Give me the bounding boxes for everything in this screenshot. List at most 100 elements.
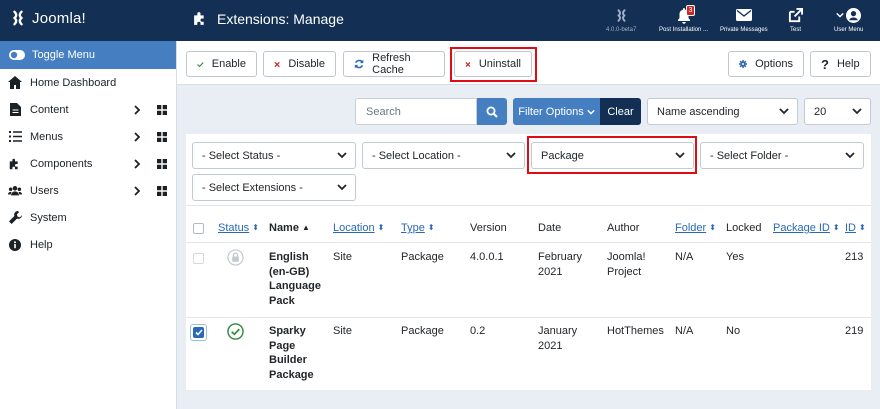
column-header-label: Name bbox=[269, 222, 299, 234]
name-line: Package bbox=[269, 368, 314, 381]
view-site-link[interactable]: Test bbox=[788, 6, 803, 33]
notification-count-badge: 3 bbox=[685, 5, 696, 16]
location-cell: Site bbox=[333, 251, 352, 263]
sidebar-item-help[interactable]: Help bbox=[0, 231, 176, 258]
sidebar: Toggle Menu Home Dashboard Content Menus… bbox=[0, 41, 177, 409]
post-installation-messages[interactable]: 3 Post Installation ... bbox=[659, 5, 708, 33]
sidebar-item-label: Home Dashboard bbox=[30, 76, 117, 89]
filter-divider bbox=[186, 205, 871, 206]
row-divider bbox=[186, 242, 871, 243]
chevron-down-icon bbox=[337, 152, 347, 159]
check-icon bbox=[195, 329, 203, 336]
sidebar-item-content[interactable]: Content bbox=[0, 96, 176, 123]
column-header-package-id[interactable]: Package ID ⬍ bbox=[773, 222, 840, 234]
column-header-folder[interactable]: Folder ⬍ bbox=[675, 222, 716, 234]
info-icon bbox=[8, 238, 22, 251]
select-all-checkbox[interactable] bbox=[193, 223, 204, 234]
extensions-filter-select[interactable]: - Select Extensions - bbox=[192, 174, 356, 201]
column-header-status[interactable]: Status ⬍ bbox=[218, 222, 259, 234]
row-checkbox[interactable] bbox=[193, 253, 204, 264]
search-input[interactable]: Search bbox=[355, 98, 477, 125]
help-button[interactable]: ? Help bbox=[810, 51, 871, 77]
folder-filter-select[interactable]: - Select Folder - bbox=[700, 142, 864, 169]
chevron-right-icon[interactable] bbox=[134, 105, 140, 115]
location-filter-select[interactable]: - Select Location - bbox=[362, 142, 525, 169]
status-filter-select[interactable]: - Select Status - bbox=[192, 142, 356, 169]
extension-name: English (en-GB) Language Pack bbox=[269, 250, 321, 308]
sidebar-item-users[interactable]: Users bbox=[0, 177, 176, 204]
extensions-filter-value: - Select Extensions - bbox=[202, 181, 303, 194]
clear-button[interactable]: Clear bbox=[600, 98, 641, 125]
chevron-down-icon bbox=[852, 108, 862, 115]
column-header-label: Package ID bbox=[773, 222, 830, 234]
chevron-down-icon bbox=[845, 152, 855, 159]
refresh-icon bbox=[354, 59, 364, 69]
joomla-logo[interactable]: Joomla! bbox=[9, 9, 86, 27]
column-header-locked: Locked bbox=[726, 222, 762, 234]
dashboard-grid-icon[interactable] bbox=[157, 159, 167, 169]
wrench-icon bbox=[8, 211, 22, 224]
search-button[interactable] bbox=[477, 98, 507, 125]
ordering-select[interactable]: Name ascending bbox=[647, 98, 798, 125]
disable-button[interactable]: Disable bbox=[263, 51, 336, 77]
version-cell: 0.2 bbox=[470, 325, 486, 337]
lock-icon bbox=[227, 249, 244, 266]
column-header-id[interactable]: ID ⬍ bbox=[845, 222, 866, 234]
gear-icon bbox=[739, 59, 748, 69]
type-cell: Package bbox=[401, 325, 444, 337]
type-filter-highlight-box bbox=[527, 136, 697, 174]
name-line: Page bbox=[269, 339, 296, 352]
chevron-right-icon[interactable] bbox=[134, 159, 140, 169]
enable-label: Enable bbox=[211, 58, 246, 70]
user-icon bbox=[846, 7, 862, 23]
column-header-type[interactable]: Type ⬍ bbox=[401, 222, 435, 234]
name-line: Builder bbox=[269, 354, 307, 366]
chevron-down-icon bbox=[779, 108, 789, 115]
private-messages[interactable]: Private Messages bbox=[720, 6, 768, 33]
sidebar-item-label: Content bbox=[30, 103, 69, 116]
chevron-right-icon[interactable] bbox=[134, 186, 140, 196]
refresh-cache-button[interactable]: Refresh Cache bbox=[343, 51, 445, 77]
list-limit-value: 20 bbox=[814, 105, 827, 118]
type-cell: Package bbox=[401, 251, 444, 263]
sort-ascending-icon: ▲ bbox=[301, 223, 310, 232]
refresh-cache-label: Refresh Cache bbox=[372, 52, 411, 76]
page-title-text: Extensions: Manage bbox=[217, 10, 344, 27]
name-line: (en-GB) bbox=[269, 265, 310, 278]
sidebar-item-label: Menus bbox=[30, 130, 64, 143]
search-icon bbox=[486, 106, 498, 118]
author-cell: Joomla! Project bbox=[607, 250, 646, 279]
row-checkbox[interactable] bbox=[193, 327, 204, 338]
user-menu[interactable]: User Menu bbox=[834, 6, 863, 33]
version-info: 4.0.0-beta7 bbox=[606, 6, 636, 33]
caret-down-icon bbox=[586, 109, 595, 115]
dashboard-grid-icon[interactable] bbox=[157, 186, 167, 196]
sidebar-item-system[interactable]: System bbox=[0, 204, 176, 231]
column-header-location[interactable]: Location ⬍ bbox=[333, 222, 384, 234]
chevron-right-icon[interactable] bbox=[134, 132, 140, 142]
chevron-down-icon bbox=[836, 12, 844, 18]
sidebar-item-menus[interactable]: Menus bbox=[0, 123, 176, 150]
list-icon bbox=[8, 131, 22, 142]
sidebar-item-components[interactable]: Components bbox=[0, 150, 176, 177]
sidebar-item-home-dashboard[interactable]: Home Dashboard bbox=[0, 69, 176, 96]
user-menu-label: User Menu bbox=[834, 27, 864, 33]
options-button[interactable]: Options bbox=[728, 51, 804, 77]
date-line: 2021 bbox=[538, 339, 563, 352]
toggle-menu-button[interactable]: Toggle Menu bbox=[0, 41, 176, 69]
dashboard-grid-icon[interactable] bbox=[157, 132, 167, 142]
author-line: Project bbox=[607, 265, 642, 278]
toggle-menu-label: Toggle Menu bbox=[32, 49, 95, 61]
enable-button[interactable]: Enable bbox=[186, 51, 257, 77]
dashboard-grid-icon[interactable] bbox=[157, 105, 167, 115]
column-header-version: Version bbox=[470, 222, 507, 234]
uninstall-highlight-box bbox=[450, 47, 537, 82]
filter-options-button[interactable]: Filter Options bbox=[513, 98, 600, 125]
enabled-status-icon[interactable] bbox=[227, 323, 244, 340]
column-header-label: Location bbox=[333, 222, 375, 234]
users-icon bbox=[8, 185, 22, 196]
sidebar-item-label: Components bbox=[30, 157, 93, 170]
column-header-name[interactable]: Name ▲ bbox=[269, 222, 310, 234]
column-header-label: Folder bbox=[675, 222, 707, 234]
list-limit-select[interactable]: 20 bbox=[804, 98, 871, 125]
